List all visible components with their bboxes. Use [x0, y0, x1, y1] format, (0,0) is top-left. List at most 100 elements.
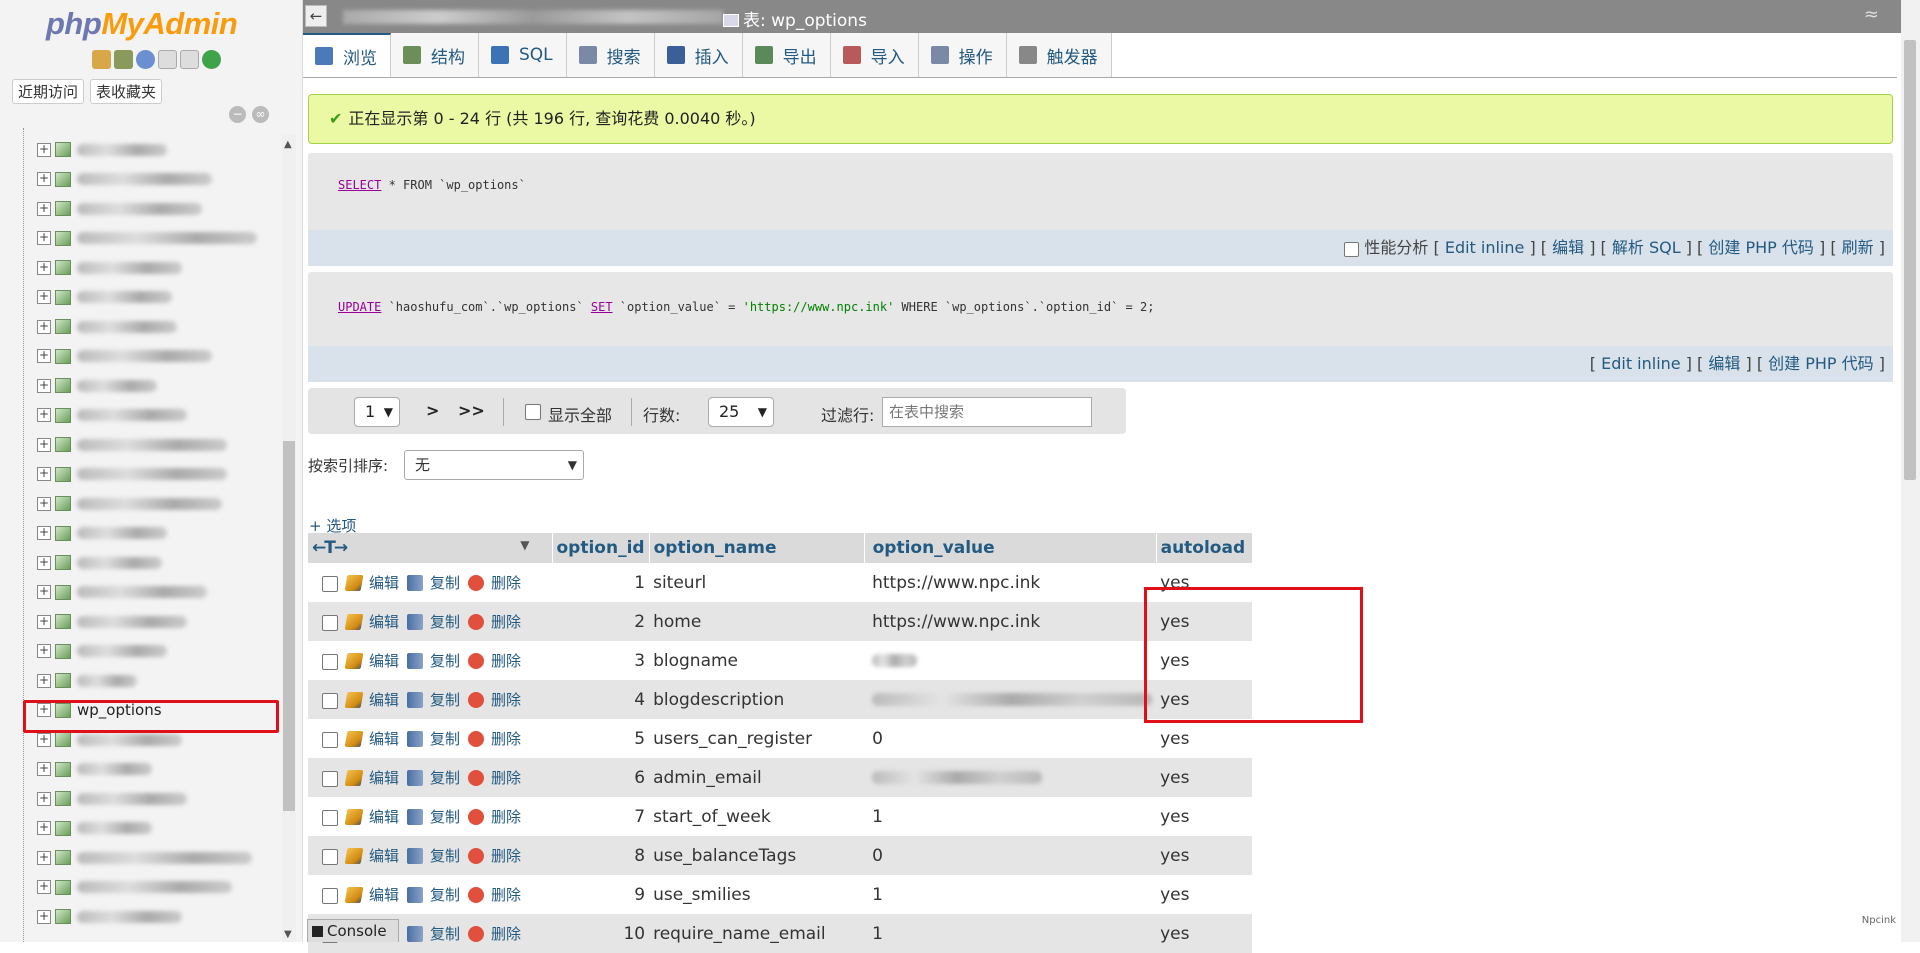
expand-icon[interactable]: +: [37, 880, 51, 894]
copy-row-link[interactable]: 复制: [407, 886, 460, 904]
expand-icon[interactable]: +: [37, 467, 51, 481]
sort-menu-icon[interactable]: ▼: [520, 538, 529, 552]
rows-select[interactable]: 25▼: [708, 397, 774, 427]
tree-item[interactable]: +: [18, 637, 278, 667]
sort-select[interactable]: 无▼: [404, 450, 584, 480]
tree-item[interactable]: +: [18, 519, 278, 549]
tree-item[interactable]: +: [18, 489, 278, 519]
copy-row-link[interactable]: 复制: [407, 613, 460, 631]
tab-insert[interactable]: 插入: [655, 33, 743, 77]
settings-icon[interactable]: [180, 50, 199, 69]
expand-icon[interactable]: +: [37, 172, 51, 186]
delete-row-link[interactable]: 删除: [468, 886, 521, 904]
row-checkbox[interactable]: [322, 693, 338, 709]
delete-row-link[interactable]: 删除: [468, 613, 521, 631]
expand-icon[interactable]: +: [37, 231, 51, 245]
back-button[interactable]: ←: [305, 5, 327, 27]
copy-row-link[interactable]: 复制: [407, 730, 460, 748]
row-checkbox[interactable]: [322, 654, 338, 670]
option-id-cell[interactable]: 9: [552, 875, 649, 914]
tree-item[interactable]: +: [18, 460, 278, 490]
option-name-cell[interactable]: use_balanceTags: [649, 836, 864, 875]
breadcrumb[interactable]: 表: wp_options: [723, 6, 867, 31]
option-value-cell[interactable]: 1: [864, 875, 1156, 914]
tree-item[interactable]: +: [18, 548, 278, 578]
expand-icon[interactable]: +: [37, 290, 51, 304]
expand-icon[interactable]: +: [37, 438, 51, 452]
tree-item[interactable]: +: [18, 814, 278, 844]
expand-icon[interactable]: +: [37, 497, 51, 511]
expand-icon[interactable]: +: [37, 349, 51, 363]
expand-icon[interactable]: +: [37, 320, 51, 334]
option-name-cell[interactable]: use_smilies: [649, 875, 864, 914]
tree-item[interactable]: +: [18, 312, 278, 342]
recent-tables-tab[interactable]: 近期访问: [12, 79, 84, 104]
page-select[interactable]: 1▼: [354, 397, 400, 427]
option-value-cell[interactable]: https://www.npc.ink: [864, 602, 1156, 641]
collapse-icon[interactable]: ≈: [1864, 4, 1879, 25]
expand-icon[interactable]: +: [37, 585, 51, 599]
tree-item[interactable]: +: [18, 430, 278, 460]
tree-item[interactable]: +: [18, 194, 278, 224]
autoload-cell[interactable]: yes: [1156, 797, 1252, 836]
show-all-checkbox[interactable]: [525, 404, 541, 420]
row-checkbox[interactable]: [322, 849, 338, 865]
scroll-down-icon[interactable]: ▼: [284, 929, 292, 940]
row-checkbox[interactable]: [322, 576, 338, 592]
delete-row-link[interactable]: 删除: [468, 769, 521, 787]
row-checkbox[interactable]: [322, 615, 338, 631]
tab-trigger[interactable]: 触发器: [1007, 33, 1112, 77]
option-id-cell[interactable]: 10: [552, 914, 649, 953]
edit-row-link[interactable]: 编辑: [346, 730, 399, 748]
reload-icon[interactable]: [202, 50, 221, 69]
option-id-cell[interactable]: 1: [552, 563, 649, 602]
tab-export[interactable]: 导出: [743, 33, 831, 77]
tree-item[interactable]: +: [18, 283, 278, 313]
option-id-header[interactable]: option_id: [552, 533, 649, 563]
tab-structure[interactable]: 结构: [391, 33, 479, 77]
autoload-cell[interactable]: yes: [1156, 914, 1252, 953]
explain-sql-link[interactable]: 解析 SQL: [1612, 238, 1681, 257]
expand-icon[interactable]: +: [37, 615, 51, 629]
option-value-cell[interactable]: [864, 641, 1156, 680]
tree-item[interactable]: +: [18, 371, 278, 401]
tab-import[interactable]: 导入: [831, 33, 919, 77]
option-id-cell[interactable]: 3: [552, 641, 649, 680]
option-name-cell[interactable]: blogname: [649, 641, 864, 680]
refresh-link[interactable]: 刷新: [1842, 238, 1874, 257]
expand-icon[interactable]: +: [37, 644, 51, 658]
tree-item[interactable]: +: [18, 873, 278, 903]
option-name-cell[interactable]: home: [649, 602, 864, 641]
copy-row-link[interactable]: 复制: [407, 574, 460, 592]
option-value-cell[interactable]: https://www.npc.ink: [864, 563, 1156, 602]
option-name-cell[interactable]: siteurl: [649, 563, 864, 602]
option-id-cell[interactable]: 6: [552, 758, 649, 797]
tab-wrench[interactable]: 操作: [919, 33, 1007, 77]
docs-icon[interactable]: [158, 50, 177, 69]
edit-link[interactable]: 编辑: [1708, 354, 1740, 373]
expand-icon[interactable]: +: [37, 674, 51, 688]
tab-browse[interactable]: 浏览: [303, 33, 391, 77]
option-name-header[interactable]: option_name: [649, 533, 864, 563]
option-value-cell[interactable]: [864, 680, 1156, 719]
edit-row-link[interactable]: 编辑: [346, 769, 399, 787]
edit-row-link[interactable]: 编辑: [346, 886, 399, 904]
delete-row-link[interactable]: 删除: [468, 691, 521, 709]
expand-icon[interactable]: +: [37, 379, 51, 393]
copy-row-link[interactable]: 复制: [407, 925, 460, 943]
delete-row-link[interactable]: 删除: [468, 652, 521, 670]
option-value-cell[interactable]: 0: [864, 836, 1156, 875]
row-checkbox[interactable]: [322, 888, 338, 904]
home-icon[interactable]: [92, 50, 111, 69]
next-page-button[interactable]: >: [426, 401, 439, 420]
edit-inline-link[interactable]: Edit inline: [1601, 354, 1681, 373]
row-checkbox[interactable]: [322, 732, 338, 748]
expand-icon[interactable]: +: [37, 792, 51, 806]
copy-row-link[interactable]: 复制: [407, 691, 460, 709]
delete-row-link[interactable]: 删除: [468, 847, 521, 865]
tree-item[interactable]: +: [18, 755, 278, 785]
tree-item[interactable]: +: [18, 253, 278, 283]
tab-sql[interactable]: SQL: [479, 33, 567, 77]
column-resize-icon[interactable]: ←T→: [312, 538, 346, 558]
breadcrumb-server[interactable]: [343, 10, 723, 24]
